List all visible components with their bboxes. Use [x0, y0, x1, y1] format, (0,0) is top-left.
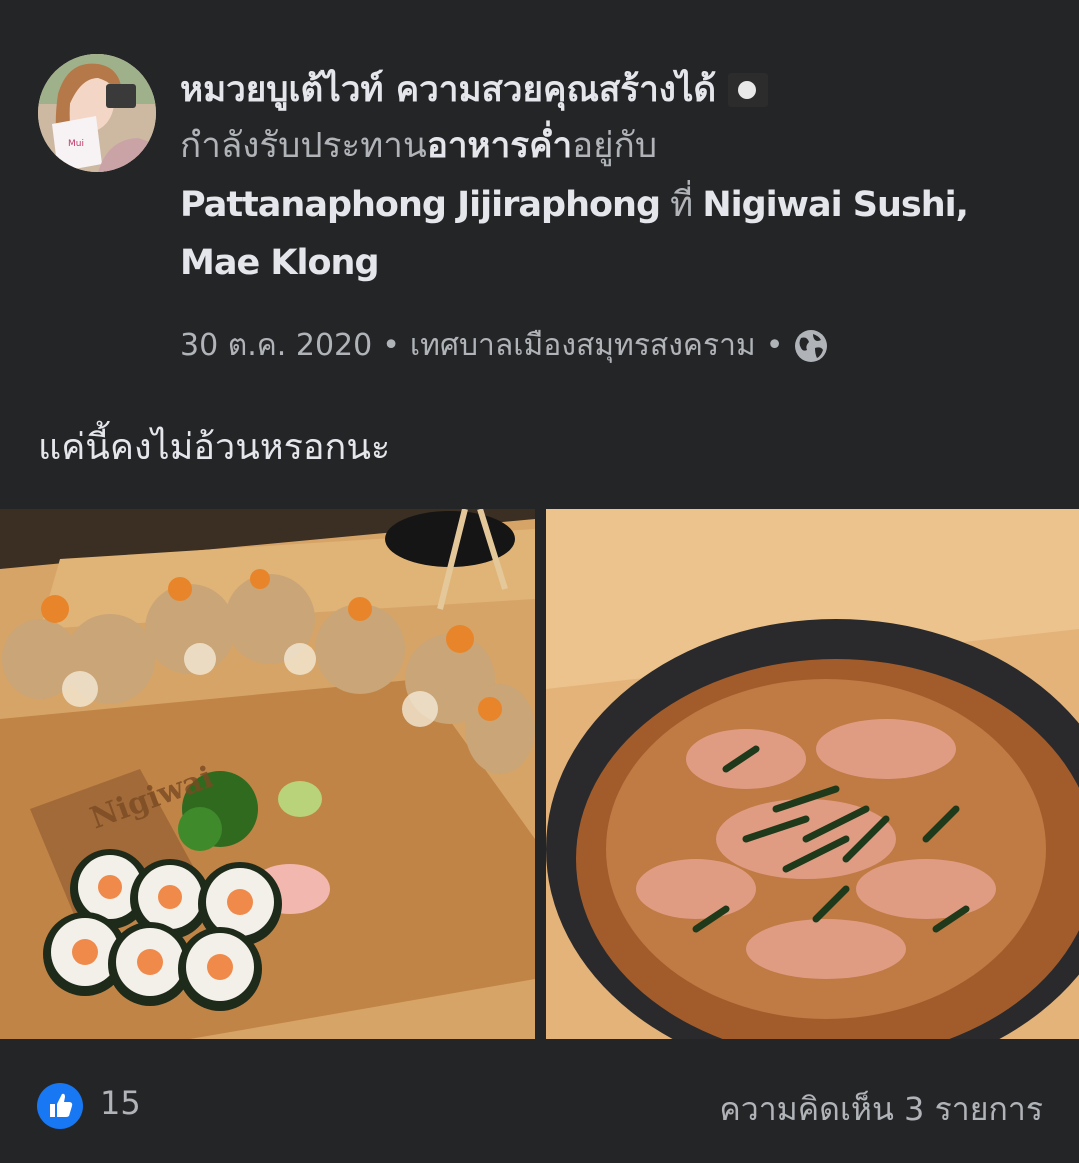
photo-sushi[interactable]: Nigiwai — [0, 509, 535, 1039]
like-thumb-icon[interactable] — [36, 1082, 84, 1130]
activity-prefix: กำลังรับประทาน — [180, 126, 427, 166]
post-date[interactable]: 30 ต.ค. 2020 — [180, 322, 372, 369]
author-name[interactable]: หมวยบูเต้ไวท์ ความสวยคุณสร้างได้ — [180, 70, 716, 110]
globe-icon[interactable] — [793, 328, 829, 364]
photo-okonomiyaki[interactable] — [546, 509, 1079, 1039]
post-caption: แค่นี้คงไม่อ้วนหรอกนะ — [38, 427, 391, 468]
author-name-line: หมวยบูเต้ไวท์ ความสวยคุณสร้างได้ — [180, 64, 1060, 116]
activity-suffix: อยู่กับ — [572, 126, 658, 166]
post-meta: 30 ต.ค. 2020 • เทศบาลเมืองสมุทรสงคราม • — [180, 322, 829, 369]
comments-count[interactable]: ความคิดเห็น 3 รายการ — [719, 1084, 1043, 1135]
at-word: ที่ — [660, 185, 703, 225]
meta-separator-2: • — [765, 328, 784, 363]
tagged-person-link[interactable]: Pattanaphong Jijiraphong — [180, 185, 661, 225]
meta-separator: • — [382, 328, 400, 363]
emoji-icon — [728, 73, 769, 107]
author-avatar[interactable]: Mui — [38, 54, 156, 172]
activity-line: กำลังรับประทานอาหารค่ำอยู่กับ — [180, 116, 1060, 176]
like-count[interactable]: 15 — [100, 1084, 141, 1122]
svg-text:Mui: Mui — [68, 139, 84, 149]
post-location[interactable]: เทศบาลเมืองสมุทรสงคราม — [410, 322, 756, 369]
activity-feeling[interactable]: อาหารค่ำ — [427, 126, 572, 166]
tagged-line: Pattanaphong Jijiraphong ที่ Nigiwai Sus… — [180, 176, 1060, 234]
place-link-cont[interactable]: Mae Klong — [180, 243, 380, 283]
place-link[interactable]: Nigiwai Sushi, — [702, 185, 969, 225]
post-header: Mui หมวยบูเต้ไวท์ ความสวยคุณสร้างได้ กำล… — [0, 0, 1079, 400]
place-line-2: Mae Klong — [180, 234, 1060, 292]
